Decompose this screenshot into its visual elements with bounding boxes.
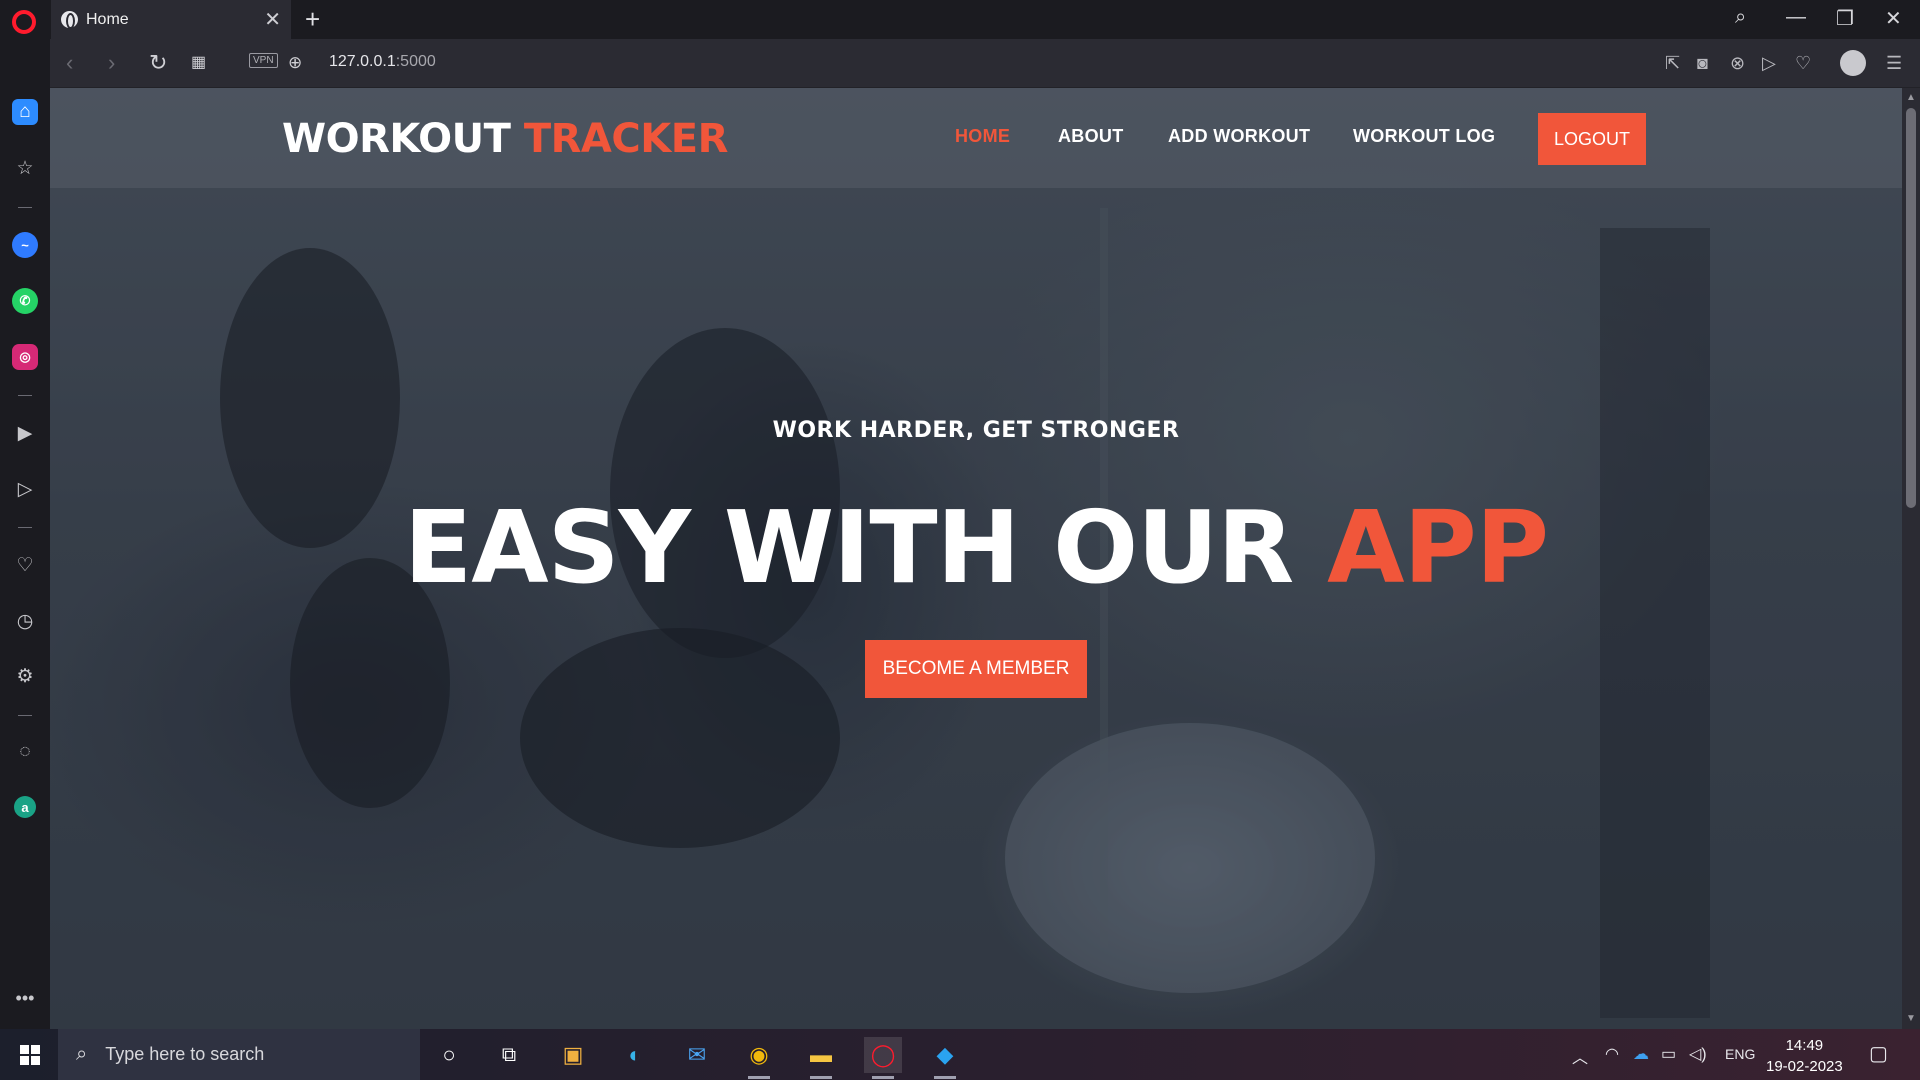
microsoft-store-icon[interactable]: ▣	[554, 1037, 592, 1073]
tab-close-icon[interactable]: ✕	[264, 10, 281, 30]
url-host: 127.0.0.1	[329, 53, 396, 70]
windows-start-icon[interactable]	[20, 1045, 40, 1065]
site-info-icon[interactable]: ⊕	[288, 51, 302, 75]
logo-text-main: WORKOUT	[282, 116, 511, 162]
tab-title: Home	[86, 10, 129, 28]
volume-icon[interactable]: ◁)	[1689, 1044, 1707, 1064]
bookmarks-heart-icon[interactable]: ♡	[12, 552, 38, 578]
globe-icon	[61, 11, 78, 29]
restore-icon[interactable]: ❐	[1836, 6, 1854, 31]
hero-headline-accent: APP	[1327, 489, 1549, 606]
vpn-badge[interactable]: VPN	[249, 53, 278, 68]
network-icon[interactable]: ◠	[1605, 1044, 1619, 1064]
more-options-icon[interactable]: •••	[12, 985, 38, 1011]
edge-icon[interactable]: ◐	[616, 1037, 654, 1073]
onedrive-icon[interactable]: ☁	[1633, 1044, 1649, 1064]
hero-tagline: WORK HARDER, GET STRONGER	[772, 418, 1180, 443]
chrome-icon[interactable]: ◉	[740, 1037, 778, 1079]
battery-icon[interactable]: ▭	[1661, 1044, 1676, 1064]
page-scrollbar[interactable]: ▲ ▼	[1902, 88, 1920, 1029]
task-view-icon[interactable]: ⧉	[490, 1037, 528, 1073]
messenger-icon[interactable]: ~	[12, 232, 38, 258]
sidebar-divider	[18, 527, 32, 528]
home-icon[interactable]: ⌂	[12, 99, 38, 125]
language-indicator[interactable]: ENG	[1725, 1046, 1755, 1062]
easy-setup-icon[interactable]: ☰	[1886, 51, 1902, 75]
become-member-button[interactable]: BECOME A MEMBER	[865, 640, 1087, 698]
player-icon[interactable]: ▶	[12, 420, 38, 446]
site-logo[interactable]: WORKOUT TRACKER	[282, 116, 728, 162]
address-bar: ‹ › ↻ ▦ VPN ⊕ 127.0.0.1:5000 ⇱ ◙ ⊗ ▷ ♡ ☰	[50, 39, 1920, 88]
nav-home-link[interactable]: HOME	[955, 126, 1010, 147]
whatsapp-icon[interactable]: ✆	[12, 288, 38, 314]
clock-time: 14:49	[1785, 1037, 1824, 1054]
browser-tab-home[interactable]: Home ✕	[51, 0, 291, 39]
taskbar-search-placeholder: Type here to search	[105, 1044, 265, 1064]
reload-icon[interactable]: ↻	[149, 51, 167, 75]
hero-headline-main: EASY WITH OUR	[403, 489, 1294, 606]
instagram-icon[interactable]: ◎	[12, 344, 38, 370]
profile-avatar[interactable]	[1840, 50, 1866, 76]
back-icon[interactable]: ‹	[66, 51, 73, 75]
opera-taskbar-icon[interactable]: ◯	[864, 1037, 902, 1079]
snapshot-icon[interactable]: ◙	[1697, 51, 1708, 75]
search-tabs-icon[interactable]: ⌕	[1735, 6, 1746, 29]
share-icon[interactable]: ⇱	[1665, 51, 1680, 75]
scrollbar-thumb[interactable]	[1906, 108, 1916, 508]
speed-dial-star-icon[interactable]: ☆	[12, 155, 38, 181]
nav-add-workout-link[interactable]: ADD WORKOUT	[1168, 126, 1310, 147]
browser-tab-bar: Home ✕ + ⌕ — ❐ ✕	[0, 0, 1920, 39]
bookmark-heart-icon[interactable]: ♡	[1795, 51, 1811, 75]
clock-date: 19-02-2023	[1766, 1058, 1843, 1075]
sidebar-divider	[18, 715, 32, 716]
url-port: :5000	[395, 53, 436, 70]
notifications-icon[interactable]: ▢	[1869, 1041, 1888, 1066]
my-flow-icon[interactable]: ▷	[12, 476, 38, 502]
extension-a-icon[interactable]: a	[14, 796, 36, 818]
scroll-up-icon[interactable]: ▲	[1906, 92, 1916, 103]
windows-taskbar: ⌕ Type here to search ○ ⧉ ▣ ◐ ✉ ◉ ▬ ◯ ◆ …	[0, 1029, 1920, 1080]
nav-about-link[interactable]: ABOUT	[1058, 126, 1124, 147]
tray-overflow-icon[interactable]: ︿	[1572, 1044, 1588, 1068]
history-clock-icon[interactable]: ◷	[12, 608, 38, 634]
browser-sidebar: ⌂ ☆ ~ ✆ ◎ ▶ ▷ ♡ ◷ ⚙ ◌ a •••	[0, 39, 50, 1029]
send-icon[interactable]: ▷	[1762, 51, 1776, 75]
close-window-icon[interactable]: ✕	[1885, 6, 1902, 31]
search-icon: ⌕	[76, 1043, 88, 1065]
sidebar-divider	[18, 207, 32, 208]
hero-headline: EASY WITH OUR APP	[50, 488, 1902, 608]
file-explorer-icon[interactable]: ▬	[802, 1037, 840, 1079]
logout-button[interactable]: LOGOUT	[1538, 113, 1646, 165]
tab-grid-icon[interactable]: ▦	[191, 51, 206, 75]
taskbar-clock[interactable]: 14:49 19-02-2023	[1766, 1035, 1843, 1077]
tips-lightbulb-icon[interactable]: ◌	[12, 739, 38, 765]
forward-icon[interactable]: ›	[108, 51, 115, 75]
new-tab-icon[interactable]: +	[305, 4, 320, 34]
adblock-icon[interactable]: ⊗	[1730, 51, 1745, 75]
nav-workout-log-link[interactable]: WORKOUT LOG	[1353, 126, 1495, 147]
logo-text-accent: TRACKER	[523, 116, 729, 162]
vscode-icon[interactable]: ◆	[926, 1037, 964, 1079]
settings-gear-icon[interactable]: ⚙	[12, 663, 38, 689]
taskbar-search-box[interactable]: ⌕ Type here to search	[58, 1029, 420, 1080]
cortana-icon[interactable]: ○	[430, 1037, 468, 1073]
scroll-down-icon[interactable]: ▼	[1906, 1013, 1916, 1024]
url-field[interactable]: 127.0.0.1:5000	[329, 53, 436, 71]
sidebar-divider	[18, 395, 32, 396]
page-viewport: WORKOUT TRACKER HOME ABOUT ADD WORKOUT W…	[50, 88, 1902, 1029]
opera-logo-icon[interactable]	[12, 10, 36, 34]
site-header: WORKOUT TRACKER HOME ABOUT ADD WORKOUT W…	[50, 88, 1902, 188]
mail-icon[interactable]: ✉	[678, 1037, 716, 1073]
minimize-icon[interactable]: —	[1786, 6, 1806, 29]
